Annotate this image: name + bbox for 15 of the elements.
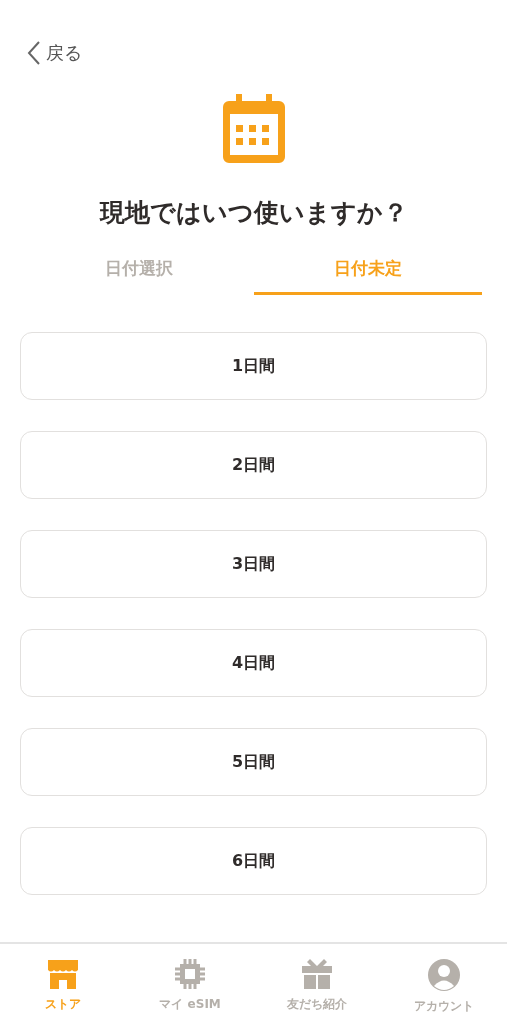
page-title: 現地ではいつ使いますか？ (98, 197, 409, 229)
duration-option[interactable]: 2日間 (20, 431, 487, 499)
duration-option[interactable]: 3日間 (20, 530, 487, 598)
chevron-left-icon (26, 40, 42, 66)
duration-option[interactable]: 5日間 (20, 728, 487, 796)
calendar-icon (222, 94, 285, 164)
gift-icon (299, 958, 334, 990)
duration-option[interactable]: 1日間 (20, 332, 487, 400)
store-icon (46, 958, 81, 990)
chip-icon (174, 958, 207, 990)
back-button[interactable]: 戻る (26, 40, 82, 66)
back-label: 戻る (46, 41, 82, 65)
duration-option[interactable]: 6日間 (20, 827, 487, 895)
account-icon (426, 958, 461, 992)
duration-option[interactable]: 4日間 (20, 629, 487, 697)
